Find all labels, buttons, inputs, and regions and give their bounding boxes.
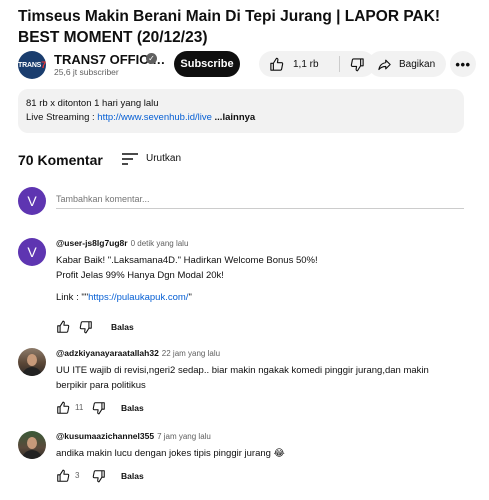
comment-line: Profit Jelas 99% Hanya Dgn Modal 20k! bbox=[56, 270, 224, 281]
comment-header: @user-js8lg7ug8r 0 detik yang lalu bbox=[56, 238, 188, 248]
avatar[interactable] bbox=[18, 348, 46, 376]
sort-button[interactable]: Urutkan bbox=[146, 153, 181, 164]
comment-header: @kusumaazichannel355 7 jam yang lalu bbox=[56, 431, 211, 441]
comment-item: @kusumaazichannel355 7 jam yang lalu andi… bbox=[18, 431, 464, 487]
current-user-avatar: V bbox=[18, 187, 46, 215]
comments-count: 70 Komentar bbox=[18, 152, 103, 168]
avatar-face bbox=[27, 437, 37, 449]
avatar[interactable] bbox=[18, 431, 46, 459]
comment-text: UU ITE wajib di revisi,ngeri2 sedap.. bi… bbox=[56, 363, 464, 393]
subscribe-button[interactable]: Subscribe bbox=[174, 51, 240, 77]
thumbs-up-icon[interactable] bbox=[56, 469, 70, 483]
verified-check-icon: ✓ bbox=[146, 53, 157, 64]
comments-header: 70 Komentar Urutkan bbox=[18, 150, 458, 170]
comment-line: berpikir para politikus bbox=[56, 380, 146, 391]
comment-header: @adzkiyanayaraatallah32 22 jam yang lalu bbox=[56, 348, 220, 358]
show-more-link[interactable]: ...lainnya bbox=[212, 112, 256, 123]
add-comment-input[interactable] bbox=[56, 189, 464, 209]
comment-link-suffix: " bbox=[188, 292, 192, 303]
comment-time[interactable]: 22 jam yang lalu bbox=[162, 349, 220, 358]
share-label: Bagikan bbox=[399, 58, 436, 70]
comment-line: Kabar Baik! ".Laksamana4D." Hadirkan Wel… bbox=[56, 255, 318, 266]
like-button[interactable]: 1,1 rb bbox=[259, 51, 339, 77]
comment-time[interactable]: 7 jam yang lalu bbox=[157, 432, 211, 441]
description-line: Live Streaming : http://www.sevenhub.id/… bbox=[26, 111, 456, 125]
thumbs-down-icon[interactable] bbox=[79, 320, 93, 334]
avatar[interactable]: V bbox=[18, 238, 46, 266]
avatar-face bbox=[27, 354, 37, 366]
avatar-body bbox=[22, 450, 42, 459]
subscriber-count: 25,6 jt subscriber bbox=[54, 67, 119, 77]
like-dislike-group: 1,1 rb bbox=[259, 51, 375, 77]
comment-line: UU ITE wajib di revisi,ngeri2 sedap.. bi… bbox=[56, 365, 429, 376]
comment-author[interactable]: @user-js8lg7ug8r bbox=[56, 238, 128, 248]
share-button[interactable]: Bagikan bbox=[368, 51, 446, 77]
thumbs-down-icon[interactable] bbox=[92, 469, 106, 483]
comment-item: V @user-js8lg7ug8r 0 detik yang lalu Kaba… bbox=[18, 238, 464, 334]
thumbs-up-icon[interactable] bbox=[56, 401, 70, 415]
description-link[interactable]: http://www.sevenhub.id/live bbox=[97, 112, 212, 123]
comment-actions: Balas bbox=[56, 320, 256, 336]
video-title: Timseus Makin Berani Main Di Tepi Jurang… bbox=[18, 8, 441, 46]
channel-avatar[interactable]: TRANS 7 bbox=[18, 51, 46, 79]
description-prefix: Live Streaming : bbox=[26, 112, 98, 123]
comment-text: andika makin lucu dengan jokes tipis pin… bbox=[56, 446, 464, 461]
comment-line: Link : ""https://pulaukapuk.com/" bbox=[56, 290, 464, 305]
channel-logo-number: 7 bbox=[41, 60, 46, 70]
comment-item: @adzkiyanayaraatallah32 22 jam yang lalu … bbox=[18, 348, 464, 418]
reply-button[interactable]: Balas bbox=[121, 471, 144, 481]
comment-like-count: 11 bbox=[75, 403, 84, 412]
description-stats: 81 rb x ditonton 1 hari yang lalu bbox=[26, 98, 159, 109]
thumbs-up-icon[interactable] bbox=[56, 320, 70, 334]
reply-button[interactable]: Balas bbox=[121, 403, 144, 413]
comment-time[interactable]: 0 detik yang lalu bbox=[131, 239, 189, 248]
like-count: 1,1 rb bbox=[293, 58, 319, 70]
comment-actions: 3 Balas bbox=[56, 469, 256, 485]
channel-logo-text: TRANS bbox=[18, 61, 42, 69]
description-box[interactable]: 81 rb x ditonton 1 hari yang lalu Live S… bbox=[18, 89, 464, 133]
comment-link-prefix: Link : "" bbox=[56, 292, 89, 303]
add-comment-row: V bbox=[18, 187, 464, 217]
thumbs-down-icon bbox=[350, 57, 364, 71]
comment-line: andika makin lucu dengan jokes tipis pin… bbox=[56, 448, 285, 459]
comment-link[interactable]: https://pulaukapuk.com/ bbox=[88, 292, 188, 303]
thumbs-down-icon[interactable] bbox=[92, 401, 106, 415]
more-actions-button[interactable]: ••• bbox=[450, 51, 476, 77]
comment-actions: 11 Balas bbox=[56, 401, 256, 417]
thumbs-up-icon bbox=[270, 57, 284, 71]
channel-row: TRANS 7 TRANS7 OFFICI… ✓ 25,6 jt subscrib… bbox=[18, 51, 480, 79]
reply-button[interactable]: Balas bbox=[111, 322, 134, 332]
avatar-body bbox=[22, 367, 42, 376]
comment-author[interactable]: @adzkiyanayaraatallah32 bbox=[56, 348, 159, 358]
sort-lines-icon[interactable] bbox=[122, 153, 138, 165]
share-arrow-icon bbox=[378, 59, 391, 70]
comment-text: Kabar Baik! ".Laksamana4D." Hadirkan Wel… bbox=[56, 253, 464, 305]
comment-like-count: 3 bbox=[75, 471, 80, 480]
comment-author[interactable]: @kusumaazichannel355 bbox=[56, 431, 154, 441]
